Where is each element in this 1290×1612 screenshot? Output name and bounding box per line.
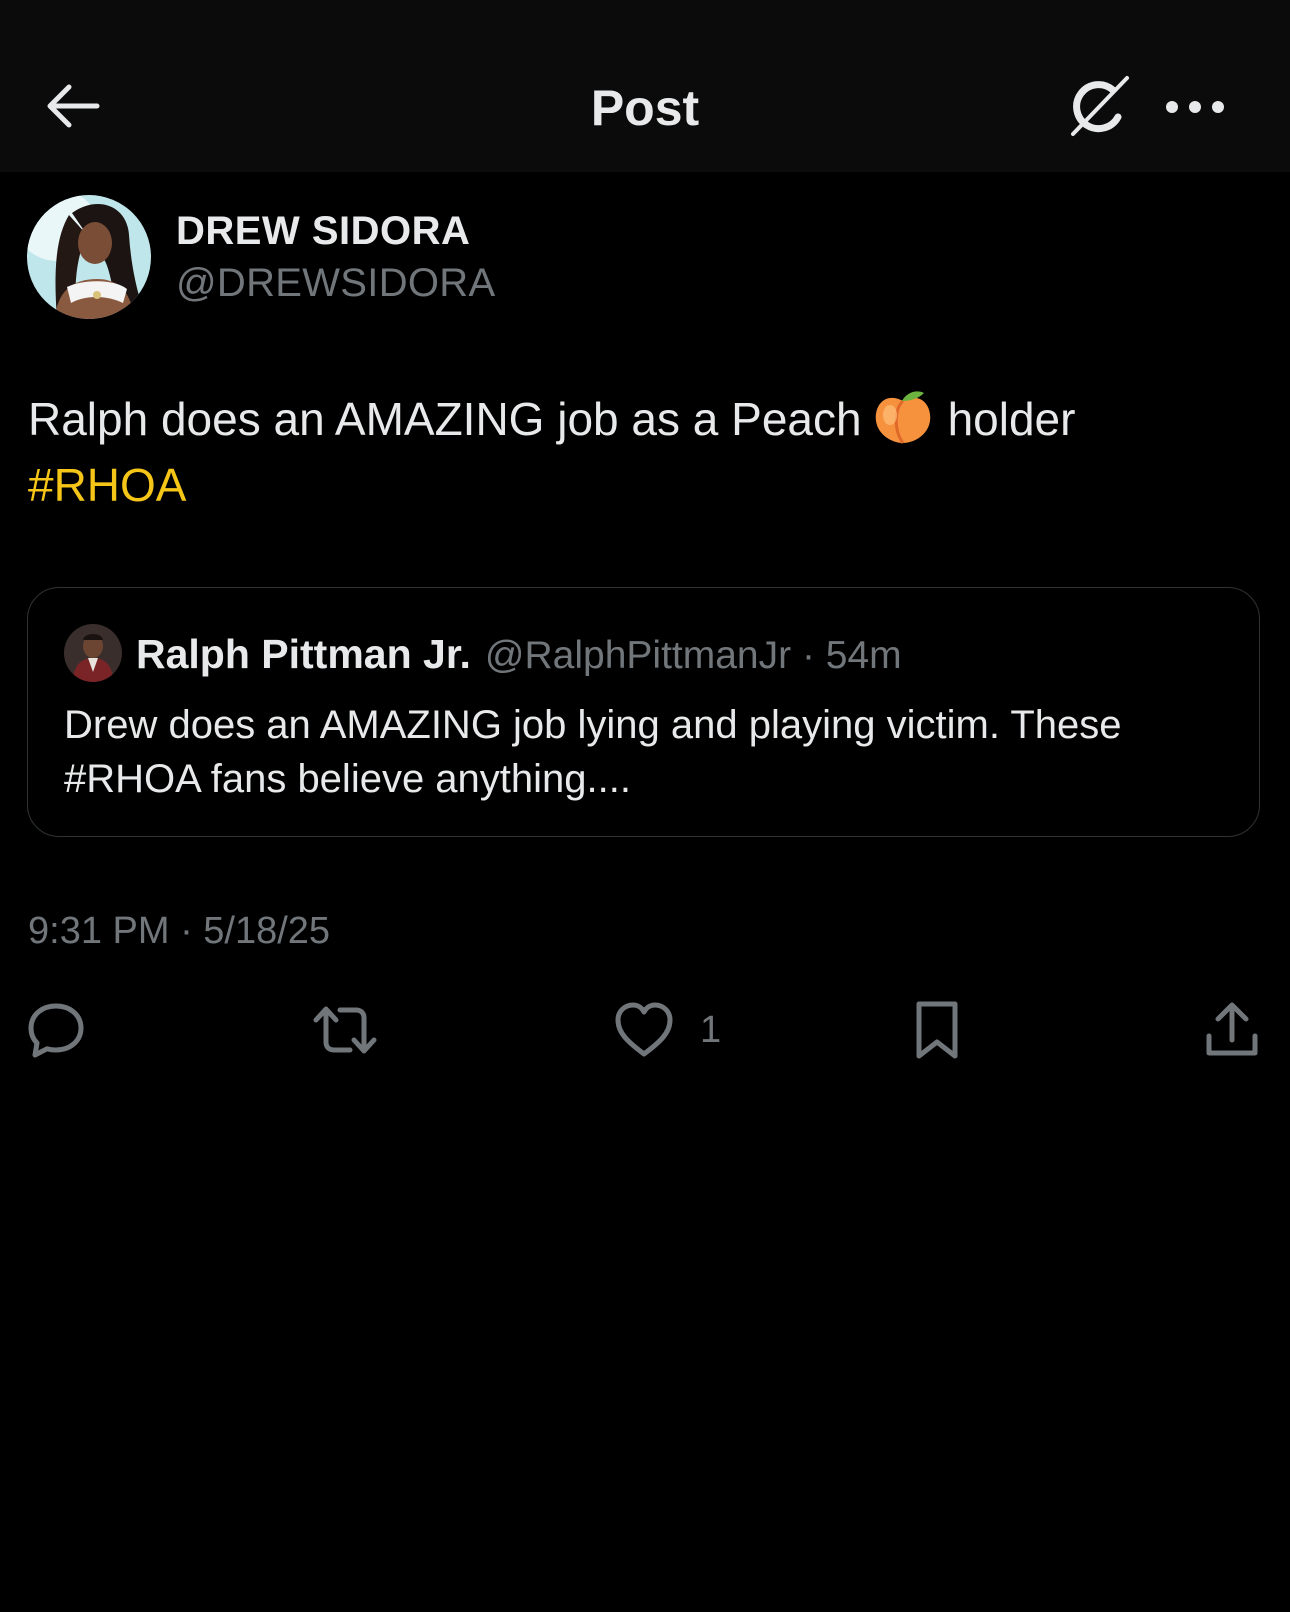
post-text-main: Ralph does an AMAZING job as a Peach: [28, 393, 862, 445]
bookmark-icon: [916, 1001, 958, 1059]
reply-button[interactable]: [26, 995, 86, 1065]
grok-button[interactable]: [1060, 74, 1140, 140]
quoted-post-text: Drew does an AMAZING job lying and playi…: [64, 703, 1122, 801]
reply-icon: [28, 1003, 84, 1058]
author-handle[interactable]: @DREWSIDORA: [176, 258, 495, 308]
post-text-end: holder: [947, 393, 1076, 445]
heart-icon: [615, 1002, 673, 1057]
post-text: Ralph does an AMAZING job as a Peach hol…: [28, 386, 1258, 518]
peach-emoji-icon: [872, 387, 934, 445]
repost-icon: [313, 1006, 377, 1054]
quoted-post-card[interactable]: Ralph Pittman Jr. @RalphPittmanJr · 54m D…: [27, 587, 1260, 837]
share-icon: [1206, 1002, 1258, 1056]
post-timestamp: 9:31 PM · 5/18/25: [28, 910, 331, 952]
quoted-post-header: Ralph Pittman Jr. @RalphPittmanJr · 54m: [136, 626, 902, 692]
like-button[interactable]: 1: [614, 995, 721, 1065]
top-bar: Post: [0, 0, 1290, 172]
repost-button[interactable]: [312, 995, 378, 1065]
avatar[interactable]: [27, 195, 151, 319]
more-horizontal-icon: [1166, 101, 1224, 113]
bookmark-button[interactable]: [912, 995, 962, 1065]
author-display-name[interactable]: DREW SIDORA: [176, 206, 470, 256]
quoted-handle-time: @RalphPittmanJr · 54m: [484, 634, 902, 677]
grok-icon: [1071, 76, 1129, 136]
quoted-display-name: Ralph Pittman Jr.: [136, 631, 471, 677]
share-button[interactable]: [1204, 995, 1260, 1065]
action-bar: 1: [0, 995, 1290, 1075]
quoted-avatar: [64, 624, 122, 682]
more-options-button[interactable]: [1160, 82, 1230, 132]
hashtag-link[interactable]: #RHOA: [28, 459, 186, 511]
like-count: 1: [700, 1008, 722, 1051]
